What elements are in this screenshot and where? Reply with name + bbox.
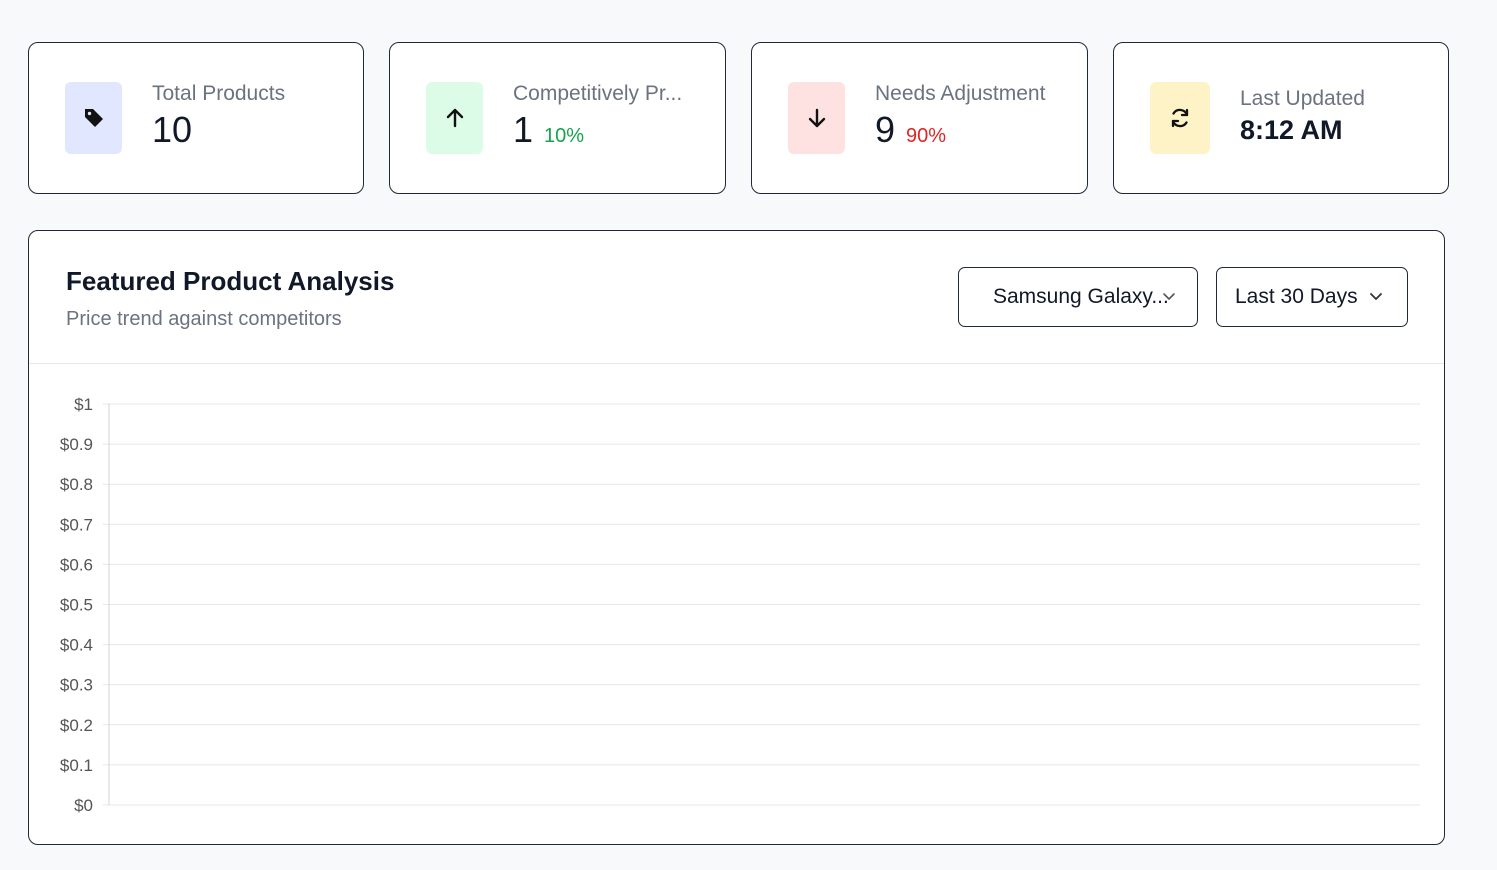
y-tick-label: $0.7: [60, 515, 93, 534]
y-tick-label: $0.1: [60, 756, 93, 775]
stat-label: Competitively Pr...: [513, 82, 683, 105]
stat-value: 8:12 AM: [1240, 114, 1343, 145]
featured-product-panel: Featured Product Analysis Price trend ag…: [28, 230, 1445, 845]
product-select-value: Samsung Galaxy...: [993, 285, 1169, 308]
price-trend-chart: $0 $0.1 $0.2 $0.3 $0.4 $0.5 $0.6 $0.7 $0.8 $0.9 $1: [60, 395, 1420, 815]
y-tick-label: $0.4: [60, 636, 93, 655]
arrow-up-icon: [426, 82, 483, 154]
chevron-down-icon: [1163, 293, 1175, 300]
y-tick-label: $0.8: [60, 475, 93, 494]
stat-card-competitively-priced: Competitively Pr... 1 10%: [389, 42, 726, 194]
y-tick-label: $0.6: [60, 555, 93, 574]
date-range-select-value: Last 30 Days: [1235, 285, 1358, 308]
stat-card-needs-adjustment: Needs Adjustment 9 90%: [751, 42, 1088, 194]
refresh-icon[interactable]: [1150, 82, 1210, 154]
stats-row: Total Products 10 Competitively Pr... 1 …: [28, 42, 1449, 194]
tag-icon: [65, 82, 122, 154]
date-range-select[interactable]: Last 30 Days: [1216, 267, 1408, 327]
panel-title: Featured Product Analysis: [66, 266, 395, 296]
stat-label: Total Products: [152, 82, 286, 105]
stat-value: 1: [513, 109, 534, 150]
stat-label: Needs Adjustment: [875, 82, 1046, 105]
y-tick-label: $1: [74, 395, 93, 414]
stat-value: 10: [152, 109, 193, 150]
dashboard-page: Total Products 10 Competitively Pr... 1 …: [0, 0, 1497, 870]
stat-card-total-products: Total Products 10: [28, 42, 364, 194]
stat-label: Last Updated: [1240, 86, 1365, 110]
y-tick-label: $0.3: [60, 676, 93, 695]
panel-header: Featured Product Analysis Price trend ag…: [29, 231, 1444, 364]
y-tick-label: $0.9: [60, 435, 93, 454]
panel-subtitle: Price trend against competitors: [66, 308, 342, 330]
y-tick-label: $0.5: [60, 596, 93, 615]
arrow-down-icon: [788, 82, 845, 154]
stat-percentage: 90%: [906, 125, 947, 147]
stat-percentage: 10%: [544, 125, 585, 147]
y-tick-label: $0: [74, 796, 93, 815]
y-tick-label: $0.2: [60, 716, 93, 735]
stat-card-last-updated: Last Updated 8:12 AM: [1113, 42, 1449, 194]
stat-value: 9: [875, 109, 896, 150]
chevron-down-icon: [1370, 293, 1382, 300]
product-select[interactable]: Samsung Galaxy...: [958, 267, 1198, 327]
